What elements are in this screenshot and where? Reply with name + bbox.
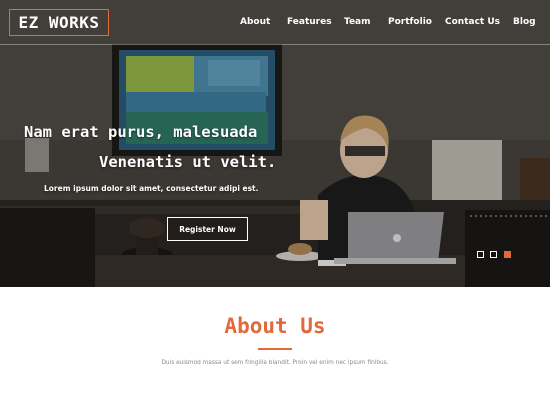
slider-dot-2[interactable] (490, 251, 497, 258)
hero-headline-line2: Venenatis ut velit. (99, 153, 277, 171)
about-description: Duis euismod massa ut sem fringilla blan… (161, 360, 389, 366)
top-navbar: EZ WORKS About Features Team Portfolio C… (0, 0, 550, 45)
nav-item-portfolio[interactable]: Portfolio (388, 17, 432, 27)
about-title: About Us (224, 314, 326, 338)
slider-dot-1[interactable] (477, 251, 484, 258)
nav-item-about[interactable]: About (240, 17, 270, 27)
nav-item-contact-us[interactable]: Contact Us (445, 17, 500, 27)
nav-item-blog[interactable]: Blog (513, 17, 536, 27)
slider-dot-3[interactable] (504, 251, 511, 258)
hero-headline-line1: Nam erat purus, malesuada (24, 123, 258, 141)
nav-item-team[interactable]: Team (344, 17, 371, 27)
hero-subheadline: Lorem ipsum dolor sit amet, consectetur … (44, 184, 259, 193)
nav-item-features[interactable]: Features (287, 17, 332, 27)
hero-section: EZ WORKS About Features Team Portfolio C… (0, 0, 550, 287)
brand-logo-text: EZ WORKS (18, 13, 100, 32)
brand-logo[interactable]: EZ WORKS (9, 9, 109, 36)
register-now-button[interactable]: Register Now (167, 217, 248, 241)
about-title-underline (258, 348, 292, 350)
